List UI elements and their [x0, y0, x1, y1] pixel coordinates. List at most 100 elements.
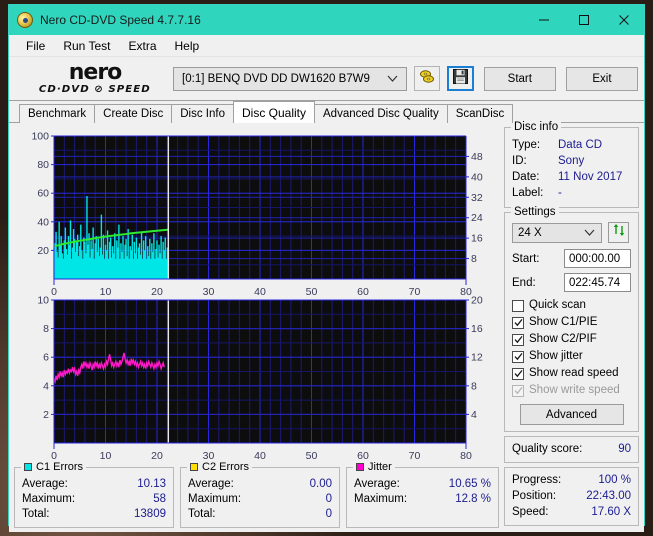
c2-errors-legend: C2 Errors — [187, 461, 253, 473]
exit-button[interactable]: Exit — [565, 66, 639, 91]
close-icon[interactable] — [604, 5, 644, 35]
checkbox-label: Show write speed — [529, 384, 620, 396]
start-label: Start: — [512, 252, 540, 265]
checkbox-label: Show jitter — [529, 350, 583, 362]
svg-text:70: 70 — [409, 286, 421, 295]
position-value: 22:43.00 — [586, 490, 631, 502]
svg-text:20: 20 — [151, 450, 163, 462]
checkbox-show-c2-pif[interactable]: Show C2/PIF — [512, 331, 631, 348]
start-input[interactable]: 000:00.00 — [564, 249, 631, 268]
checkbox-show-c1-pie[interactable]: Show C1/PIE — [512, 314, 631, 331]
save-floppy-icon — [453, 68, 469, 89]
save-button[interactable] — [447, 66, 474, 91]
charts-container: 20 40 60 80 100 8 16 24 32 40 48 0 10 20 30 40 50 60 70 80 … — [14, 127, 499, 463]
svg-text:100: 100 — [31, 131, 49, 143]
svg-text:2: 2 — [43, 409, 49, 421]
speed-label: Speed: — [512, 506, 549, 518]
svg-text:32: 32 — [471, 192, 483, 204]
speed-select-value: 24 X — [518, 226, 542, 239]
svg-text:40: 40 — [471, 171, 483, 183]
menu-bar: File Run Test Extra Help — [9, 35, 644, 57]
start-button[interactable]: Start — [483, 66, 556, 91]
checkbox-show-jitter[interactable]: Show jitter — [512, 348, 631, 365]
svg-text:48: 48 — [471, 151, 483, 163]
svg-text:4: 4 — [43, 380, 49, 392]
checkbox-label: Quick scan — [529, 299, 586, 311]
maximize-icon[interactable] — [564, 5, 604, 35]
svg-text:70: 70 — [409, 450, 421, 462]
minimize-icon[interactable] — [524, 5, 564, 35]
svg-text:10: 10 — [100, 450, 112, 462]
checkbox-box — [512, 384, 524, 397]
settings-panel: Settings 24 X Start: 000:00.00 End: 022:… — [504, 206, 639, 432]
progress-value: 100 % — [598, 474, 631, 486]
svg-text:20: 20 — [37, 245, 49, 257]
checkbox-show-read-speed[interactable]: Show read speed — [512, 365, 631, 382]
quality-score-panel: Quality score: 90 — [504, 436, 639, 463]
c2-color-swatch — [190, 463, 198, 471]
eject-disc-button[interactable] — [414, 66, 441, 91]
svg-text:40: 40 — [254, 286, 266, 295]
disc-id-row: ID: Sony — [512, 153, 631, 169]
end-input[interactable]: 022:45.74 — [564, 273, 631, 292]
checkbox-quick-scan[interactable]: Quick scan — [512, 297, 631, 314]
disc-type-row: Type: Data CD — [512, 137, 631, 153]
c2-errors-box: C2 Errors Average: 0.00 Maximum: 0 Total… — [180, 461, 340, 528]
tab-disc-quality[interactable]: Disc Quality — [233, 101, 316, 123]
disc-id-value: Sony — [558, 155, 585, 167]
logo-wordmark: nero — [68, 60, 123, 85]
chevron-down-icon — [584, 227, 595, 239]
menu-run-test[interactable]: Run Test — [54, 37, 119, 55]
quality-score-row: Quality score: 90 — [512, 442, 631, 457]
svg-text:8: 8 — [471, 253, 477, 265]
checkbox-label: Show C2/PIF — [529, 333, 597, 345]
jitter-maximum-value: 12.8 % — [455, 493, 491, 505]
c2-maximum-value: 0 — [325, 493, 332, 505]
menu-help[interactable]: Help — [166, 37, 209, 55]
statistics-row: C1 Errors Average: 10.13 Maximum: 58 Tot… — [14, 461, 499, 528]
tab-benchmark[interactable]: Benchmark — [19, 104, 96, 123]
c1-total-label: Total: — [22, 508, 50, 520]
settings-legend: Settings — [511, 206, 559, 218]
svg-text:80: 80 — [460, 286, 472, 295]
svg-text:16: 16 — [471, 323, 483, 335]
jitter-chart: 246810481216200 10 20 30 40 50 60 70 80 — [37, 295, 483, 462]
svg-text:20: 20 — [151, 286, 163, 295]
refresh-button[interactable] — [608, 222, 629, 243]
checkbox-box — [512, 350, 524, 363]
jitter-average-label: Average: — [354, 478, 400, 490]
tab-advanced-disc-quality[interactable]: Advanced Disc Quality — [314, 104, 448, 123]
chevron-down-icon — [387, 73, 398, 85]
svg-text:60: 60 — [357, 286, 369, 295]
tab-scandisc[interactable]: ScanDisc — [446, 104, 514, 123]
disc-date-row: Date: 11 Nov 2017 — [512, 169, 631, 185]
svg-text:8: 8 — [43, 323, 49, 335]
disc-type-value: Data CD — [558, 139, 603, 151]
disc-label-value: - — [558, 187, 562, 199]
tab-create-disc[interactable]: Create Disc — [94, 104, 173, 123]
c2-average-label: Average: — [188, 478, 234, 490]
svg-text:80: 80 — [460, 450, 472, 462]
disc-info-panel: Disc info Type: Data CD ID: Sony Date: 1… — [504, 121, 639, 208]
c1-total-value: 13809 — [134, 508, 166, 520]
window-buttons — [524, 5, 644, 35]
checkbox-box — [512, 333, 524, 346]
c1-errors-legend: C1 Errors — [21, 461, 87, 473]
application-window: Nero CD-DVD Speed 4.7.7.16 File Run Test… — [8, 4, 645, 532]
c1-color-swatch — [24, 463, 32, 471]
advanced-button[interactable]: Advanced — [519, 404, 624, 425]
side-panel: Disc info Type: Data CD ID: Sony Date: 1… — [504, 121, 639, 528]
svg-text:4: 4 — [471, 409, 477, 421]
tab-disc-info[interactable]: Disc Info — [171, 104, 234, 123]
speed-row-status: Speed: 17.60 X — [512, 504, 631, 520]
speed-row: 24 X — [512, 222, 631, 243]
drive-select[interactable]: [0:1] BENQ DVD DD DW1620 B7W9 — [173, 66, 408, 91]
svg-text:0: 0 — [51, 286, 57, 295]
menu-extra[interactable]: Extra — [119, 37, 165, 55]
svg-text:10: 10 — [37, 295, 49, 307]
menu-file[interactable]: File — [17, 37, 54, 55]
speed-select[interactable]: 24 X — [512, 222, 602, 243]
c1-average-label: Average: — [22, 478, 68, 490]
end-field-row: End: 022:45.74 — [512, 273, 631, 292]
c2-errors-title: C2 Errors — [202, 461, 250, 473]
